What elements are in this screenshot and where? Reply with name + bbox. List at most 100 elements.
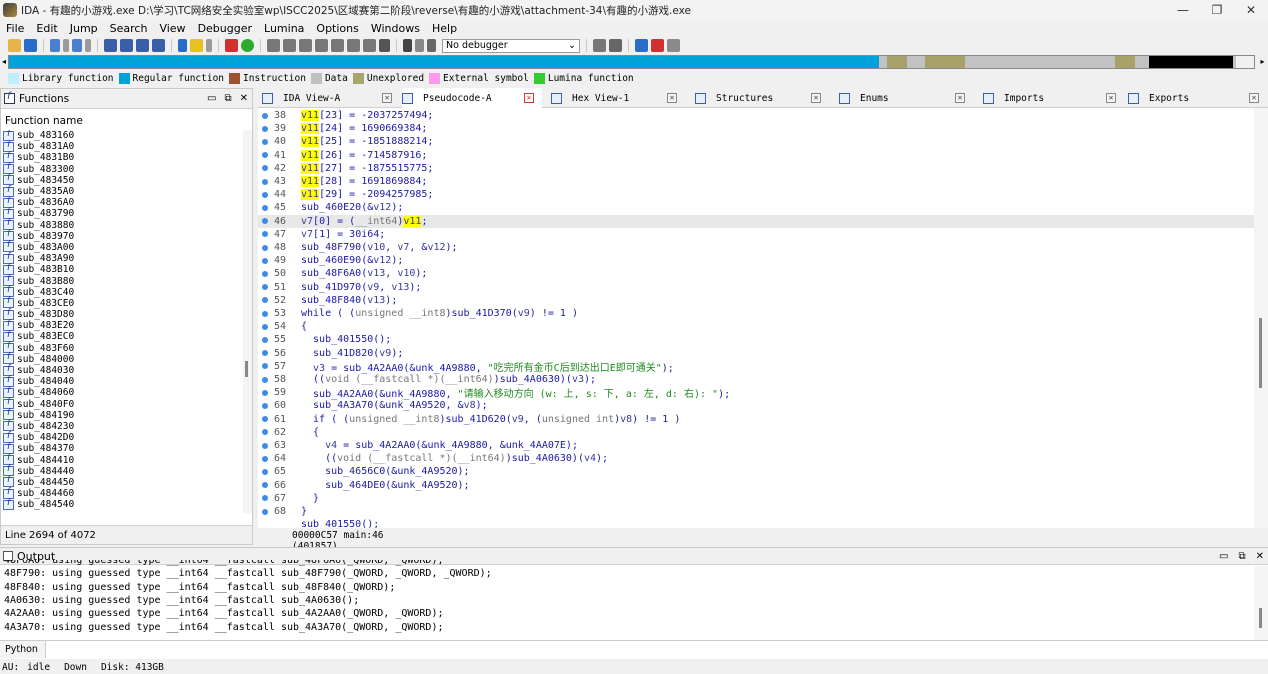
- navigation-band[interactable]: [8, 55, 1255, 69]
- undefine-icon[interactable]: [331, 39, 344, 52]
- function-list-item[interactable]: sub_483160: [3, 130, 241, 141]
- breakpoint-dot[interactable]: [262, 495, 268, 502]
- function-list-item[interactable]: sub_483EC0: [3, 330, 241, 342]
- pseudocode-scrollbar[interactable]: [1254, 108, 1268, 528]
- breakpoint-dot[interactable]: [262, 218, 268, 225]
- breakpoint-dot[interactable]: [262, 468, 268, 475]
- function-list-item[interactable]: sub_484450: [3, 475, 241, 488]
- scrollbar-thumb[interactable]: [1259, 608, 1262, 628]
- run-green-icon[interactable]: [241, 39, 254, 52]
- pause-icon[interactable]: [415, 39, 424, 52]
- breakpoint-dot[interactable]: [262, 442, 268, 449]
- code-line[interactable]: 43 v11[28] = 1691869884;: [258, 175, 1254, 188]
- function-list-item[interactable]: sub_484060: [3, 386, 241, 398]
- code-line[interactable]: 40 v11[25] = -1851888214;: [258, 135, 1254, 148]
- dropdown-icon[interactable]: [85, 39, 91, 52]
- output-log[interactable]: 48F6A0: using guessed type __int64 __fas…: [4, 560, 1254, 640]
- breakpoint-dot[interactable]: [262, 310, 268, 317]
- scrollbar-thumb[interactable]: [1259, 318, 1262, 388]
- nav-right-arrow[interactable]: ▸: [1258, 55, 1267, 69]
- breakpoint-dot[interactable]: [262, 204, 268, 211]
- function-list-item[interactable]: sub_484040: [3, 375, 241, 387]
- tab-close-icon[interactable]: ✕: [524, 93, 534, 103]
- code-line[interactable]: 61 if ( (unsigned __int8)sub_41D620(v9, …: [258, 413, 1254, 426]
- function-list-item[interactable]: sub_483B80: [3, 274, 241, 287]
- breakpoint-dot[interactable]: [262, 376, 268, 383]
- code-line[interactable]: 56 sub_41D820(v9);: [258, 347, 1254, 360]
- graph-icon[interactable]: [225, 39, 238, 52]
- pseudocode-view[interactable]: 38 v11[23] = -2037257494; 39 v11[24] = 1690…: [258, 108, 1254, 528]
- tab-close-icon[interactable]: ✕: [382, 93, 392, 103]
- menu-windows[interactable]: Windows: [371, 22, 420, 35]
- breakpoint-dot[interactable]: [262, 125, 268, 132]
- breakpoint-dot[interactable]: [262, 297, 268, 304]
- array-icon[interactable]: [315, 39, 328, 52]
- code-line[interactable]: 52 sub_48F840(v13);: [258, 294, 1254, 307]
- function-list-item[interactable]: sub_483300: [3, 162, 241, 175]
- code-line[interactable]: 48 sub_48F790(v10, v7, &v12);: [258, 241, 1254, 254]
- back-arrow-icon[interactable]: [50, 39, 60, 52]
- breakpoint-dot[interactable]: [262, 402, 268, 409]
- code-line[interactable]: 57 v3 = sub_4A2AA0(&unk_4A9880, "吃完所有金币C…: [258, 360, 1254, 374]
- code-line[interactable]: 63 v4 = sub_4A2AA0(&unk_4A9880, &unk_4AA…: [258, 439, 1254, 452]
- tab-close-icon[interactable]: ✕: [1249, 93, 1259, 103]
- nav-left-arrow[interactable]: ◂: [0, 55, 8, 69]
- text-search-icon[interactable]: [120, 39, 133, 52]
- function-list-item[interactable]: sub_483CE0: [3, 296, 241, 309]
- function-list-item[interactable]: sub_484460: [3, 487, 241, 499]
- code-line[interactable]: 54 {: [258, 320, 1254, 333]
- panel-float-button[interactable]: ⧉: [224, 93, 231, 104]
- dropdown-icon[interactable]: [63, 39, 69, 52]
- breakpoint-dot[interactable]: [262, 257, 268, 264]
- breakpoint-dot[interactable]: [262, 389, 268, 396]
- settings-icon[interactable]: [667, 39, 680, 52]
- function-list-item[interactable]: sub_483970: [3, 229, 241, 242]
- code-line[interactable]: 58 ((void (__fastcall *)(__int64))sub_4A…: [258, 373, 1254, 386]
- breakpoint-dot[interactable]: [262, 482, 268, 489]
- binary-search-icon[interactable]: [104, 39, 117, 52]
- code-line[interactable]: 51 sub_41D970(v9, v13);: [258, 281, 1254, 294]
- tab-pseudocode-a[interactable]: Pseudocode-A ✕: [402, 88, 542, 108]
- close-x-icon[interactable]: [379, 39, 390, 52]
- breakpoint-dot[interactable]: [262, 429, 268, 436]
- breakpoint-dot[interactable]: [262, 270, 268, 277]
- code-line[interactable]: 44 v11[29] = -2094257985;: [258, 188, 1254, 201]
- menu-jump[interactable]: Jump: [70, 22, 98, 35]
- plugin-icon[interactable]: [635, 39, 648, 52]
- code-line[interactable]: 66 sub_464DE0(&unk_4A9520);: [258, 479, 1254, 492]
- code-line[interactable]: 50 sub_48F6A0(v13, v10);: [258, 267, 1254, 280]
- code-line[interactable]: 68}: [258, 505, 1254, 518]
- attach-icon[interactable]: [593, 39, 606, 52]
- search-next-icon[interactable]: [136, 39, 149, 52]
- function-name-column-header[interactable]: Function name: [5, 115, 83, 127]
- debugger-select[interactable]: No debugger ⌄: [442, 38, 580, 53]
- python-language-button[interactable]: Python: [0, 641, 46, 658]
- detach-icon[interactable]: [609, 39, 622, 52]
- code-line[interactable]: 67 }: [258, 492, 1254, 505]
- breakpoint-dot[interactable]: [262, 284, 268, 291]
- close-button[interactable]: ✕: [1234, 0, 1268, 20]
- function-list-item[interactable]: sub_4831A0: [3, 140, 241, 152]
- breakpoint-dot[interactable]: [262, 416, 268, 423]
- forward-arrow-icon[interactable]: [72, 39, 82, 52]
- code-line[interactable]: 39 v11[24] = 1690669384;: [258, 122, 1254, 135]
- function-list-item[interactable]: sub_4831B0: [3, 151, 241, 163]
- panel-close-button[interactable]: ✕: [1256, 551, 1264, 562]
- output-scrollbar[interactable]: [1254, 566, 1268, 640]
- function-list-item[interactable]: sub_4836A0: [3, 196, 241, 208]
- panel-restore-button[interactable]: ▭: [207, 93, 216, 104]
- breakpoint-dot[interactable]: [262, 244, 268, 251]
- command-input[interactable]: [46, 641, 1268, 658]
- stop-icon[interactable]: [427, 39, 436, 52]
- hide-icon[interactable]: [363, 39, 376, 52]
- breakpoint-dot[interactable]: [262, 112, 268, 119]
- function-list-item[interactable]: sub_483F60: [3, 341, 241, 354]
- menu-debugger[interactable]: Debugger: [198, 22, 252, 35]
- data-icon[interactable]: [283, 39, 296, 52]
- breakpoint-dot[interactable]: [262, 165, 268, 172]
- menu-lumina[interactable]: Lumina: [264, 22, 304, 35]
- menu-file[interactable]: File: [6, 22, 24, 35]
- function-list-item[interactable]: sub_484030: [3, 364, 241, 376]
- menu-search[interactable]: Search: [110, 22, 148, 35]
- immediate-search-icon[interactable]: [152, 39, 165, 52]
